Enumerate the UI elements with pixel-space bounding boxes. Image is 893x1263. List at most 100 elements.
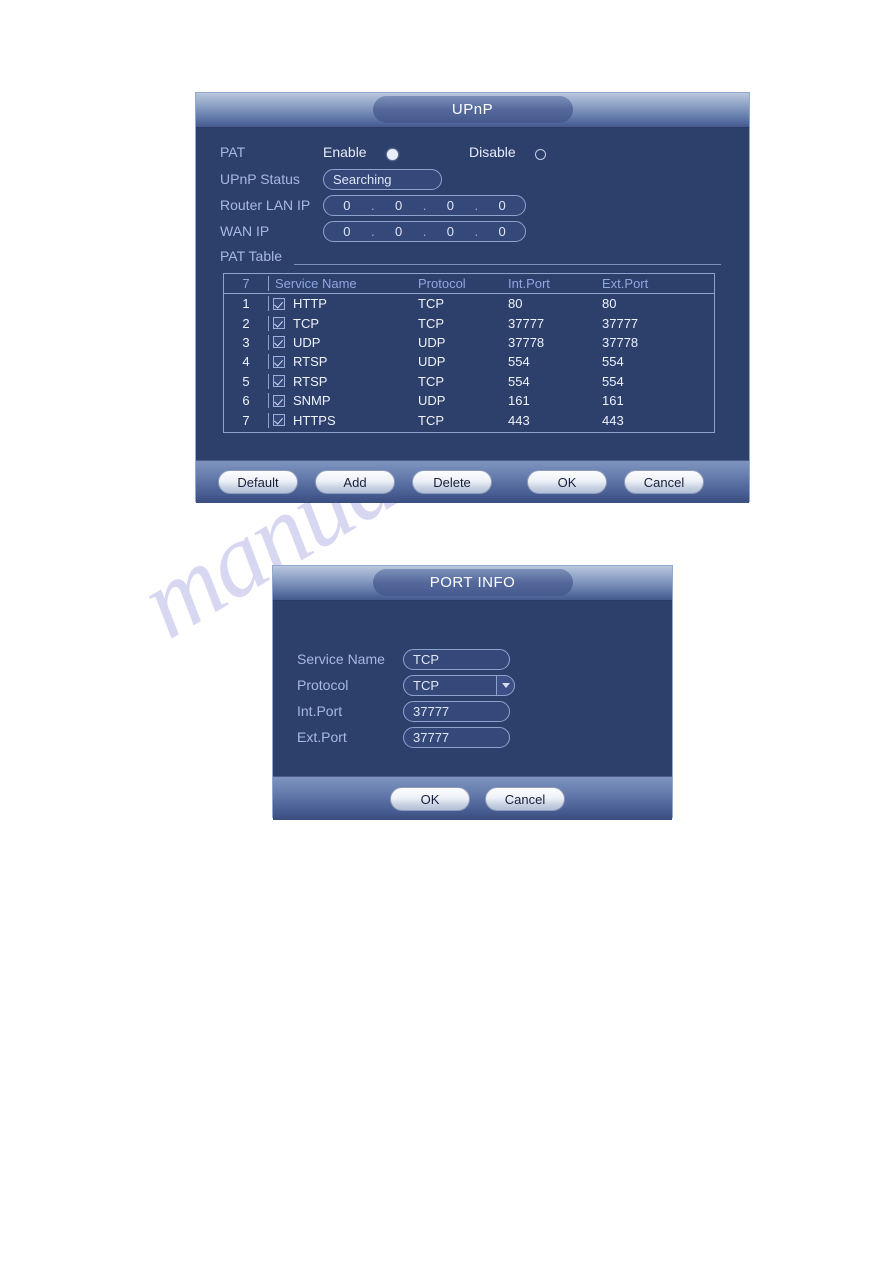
port-info-ok-button[interactable]: OK — [390, 786, 470, 811]
pat-table-body: 1 HTTP TCP 80 80 2 TCP TCP 37777 37777 3 UDP UDP 3777… — [224, 294, 714, 430]
row-ext-port: 554 — [602, 354, 624, 370]
pat-header-protocol: Protocol — [418, 276, 466, 291]
pat-header-count: 7 — [242, 276, 250, 291]
row-ext-port: 37777 — [602, 315, 639, 331]
pat-disable-radio[interactable] — [535, 149, 546, 160]
int-port-input[interactable]: 37777 — [403, 701, 510, 722]
service-name-row: Service Name TCP — [297, 648, 647, 672]
row-int-port: 37777 — [508, 315, 545, 331]
wan-ip-input[interactable]: 0 . 0 . 0 . 0 — [323, 221, 526, 242]
upnp-dialog: UPnP PAT Enable Disable UPnP Status Sear… — [195, 92, 750, 503]
upnp-dialog-body: PAT Enable Disable UPnP Status Searching… — [196, 128, 749, 460]
wan-ip-octet-4: 0 — [498, 224, 506, 239]
add-button[interactable]: Add — [315, 470, 395, 494]
int-port-row: Int.Port 37777 — [297, 700, 647, 724]
router-lan-ip-octet-3: 0 — [446, 198, 454, 213]
pat-table-label: PAT Table — [220, 248, 283, 264]
table-row[interactable]: 5 RTSP TCP 554 554 — [224, 372, 714, 391]
table-row[interactable]: 3 UDP UDP 37778 37778 — [224, 333, 714, 352]
table-row[interactable]: 4 RTSP UDP 554 554 — [224, 352, 714, 371]
row-checkbox[interactable] — [273, 375, 285, 388]
row-index: 7 — [242, 412, 250, 428]
pat-enable-radio[interactable] — [387, 149, 398, 160]
ext-port-input[interactable]: 37777 — [403, 727, 510, 748]
row-service-name-cell: HTTPS — [268, 412, 418, 428]
row-protocol: TCP — [418, 315, 444, 331]
row-ext-port: 161 — [602, 393, 624, 409]
port-info-body: Service Name TCP Protocol TCP Int.Port 3… — [273, 601, 672, 776]
service-name-label: Service Name — [297, 651, 385, 667]
row-int-port: 554 — [508, 373, 530, 389]
port-info-dialog: PORT INFO Service Name TCP Protocol TCP … — [272, 565, 673, 820]
table-row[interactable]: 1 HTTP TCP 80 80 — [224, 294, 714, 313]
row-index: 2 — [242, 315, 250, 331]
row-service-name-cell: RTSP — [268, 373, 418, 389]
wan-ip-octet-3: 0 — [446, 224, 454, 239]
pat-header-service-name: Service Name — [268, 276, 418, 291]
row-ext-port: 80 — [602, 296, 617, 312]
row-protocol: UDP — [418, 354, 446, 370]
row-checkbox[interactable] — [273, 355, 285, 368]
port-info-titlebar: PORT INFO — [273, 566, 672, 601]
row-service-name-cell: HTTP — [268, 296, 418, 312]
row-service-name: HTTP — [293, 296, 327, 312]
row-checkbox[interactable] — [273, 336, 285, 349]
row-index: 1 — [242, 296, 250, 312]
row-service-name: RTSP — [293, 354, 328, 370]
router-lan-ip-octet-1: 0 — [343, 198, 351, 213]
upnp-status-row: UPnP Status Searching — [220, 168, 720, 192]
router-lan-ip-octet-2: 0 — [395, 198, 403, 213]
upnp-dialog-footer: Default Add Delete OK Cancel — [196, 460, 749, 503]
row-int-port: 37778 — [508, 334, 545, 350]
port-info-footer: OK Cancel — [273, 776, 672, 820]
protocol-dropdown[interactable]: TCP — [403, 675, 515, 696]
row-ext-port: 37778 — [602, 334, 639, 350]
table-row[interactable]: 6 SNMP UDP 161 161 — [224, 391, 714, 410]
pat-enable-label: Enable — [323, 144, 367, 160]
router-lan-ip-octet-4: 0 — [498, 198, 506, 213]
row-protocol: TCP — [418, 412, 444, 428]
row-checkbox[interactable] — [273, 297, 285, 310]
row-service-name-cell: TCP — [268, 315, 418, 331]
wan-ip-octet-2: 0 — [395, 224, 403, 239]
wan-ip-label: WAN IP — [220, 223, 270, 239]
pat-table: 7 Service Name Protocol Int.Port Ext.Por… — [223, 273, 715, 433]
default-button[interactable]: Default — [218, 470, 298, 494]
upnp-dialog-title: UPnP — [372, 96, 573, 123]
row-protocol: TCP — [418, 373, 444, 389]
row-int-port: 443 — [508, 412, 530, 428]
row-index: 3 — [242, 334, 250, 350]
table-row[interactable]: 2 TCP TCP 37777 37777 — [224, 313, 714, 332]
protocol-row: Protocol TCP — [297, 674, 647, 698]
ok-button[interactable]: OK — [527, 470, 607, 494]
delete-button[interactable]: Delete — [412, 470, 492, 494]
upnp-status-label: UPnP Status — [220, 171, 300, 187]
pat-table-rule — [294, 264, 721, 265]
row-ext-port: 443 — [602, 412, 624, 428]
cancel-button[interactable]: Cancel — [624, 470, 704, 494]
port-info-cancel-button[interactable]: Cancel — [485, 786, 565, 811]
upnp-dialog-titlebar: UPnP — [196, 93, 749, 128]
row-protocol: TCP — [418, 296, 444, 312]
row-checkbox[interactable] — [273, 414, 285, 427]
row-index: 4 — [242, 354, 250, 370]
table-row[interactable]: 7 HTTPS TCP 443 443 — [224, 410, 714, 429]
service-name-input[interactable]: TCP — [403, 649, 510, 670]
row-protocol: UDP — [418, 334, 446, 350]
pat-row: PAT Enable Disable — [220, 142, 720, 164]
chevron-down-icon[interactable] — [496, 675, 515, 696]
row-index: 6 — [242, 393, 250, 409]
pat-header-ext-port: Ext.Port — [602, 276, 649, 291]
ext-port-row: Ext.Port 37777 — [297, 726, 647, 750]
row-ext-port: 554 — [602, 373, 624, 389]
router-lan-ip-input[interactable]: 0 . 0 . 0 . 0 — [323, 195, 526, 216]
upnp-status-value: Searching — [323, 169, 442, 190]
row-service-name-cell: UDP — [268, 334, 418, 350]
row-service-name: RTSP — [293, 373, 328, 389]
row-checkbox[interactable] — [273, 394, 285, 407]
wan-ip-octet-1: 0 — [343, 224, 351, 239]
row-checkbox[interactable] — [273, 317, 285, 330]
wan-ip-row: WAN IP 0 . 0 . 0 . 0 — [220, 220, 720, 244]
row-index: 5 — [242, 373, 250, 389]
row-service-name: SNMP — [293, 393, 331, 409]
